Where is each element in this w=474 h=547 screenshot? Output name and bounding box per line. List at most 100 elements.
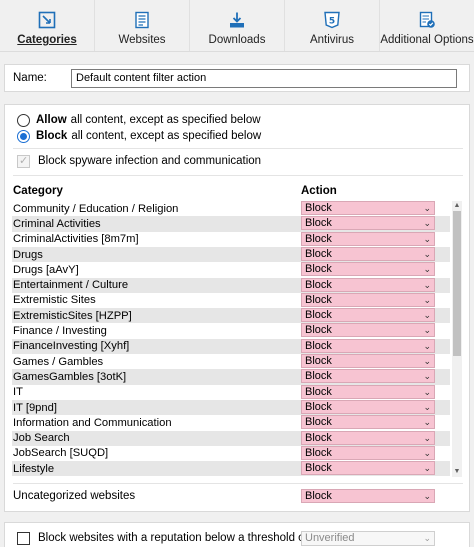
action-select[interactable]: Block ⌄ (301, 461, 435, 476)
action-select[interactable]: Block ⌄ (301, 277, 435, 292)
table-row[interactable]: FinanceInvesting [Xyhf] Block ⌄ (12, 338, 450, 354)
additional-options-icon (417, 10, 437, 30)
block-label: all content, except as specified below (71, 130, 262, 142)
select-value: Block (305, 385, 332, 398)
websites-icon (132, 10, 152, 30)
select-value: Block (305, 247, 332, 260)
select-value: Block (305, 202, 332, 214)
table-row[interactable]: Job Search Block ⌄ (12, 430, 450, 446)
action-select[interactable]: Block ⌄ (301, 231, 435, 246)
reputation-checkbox[interactable] (17, 531, 30, 545)
chevron-down-icon: ⌄ (423, 203, 431, 213)
tab-label: Additional Options (380, 34, 474, 46)
table-row[interactable]: ExtremisticSites [HZPP] Block ⌄ (12, 308, 450, 324)
action-select[interactable]: Block ⌄ (301, 415, 435, 430)
scroll-up-icon[interactable]: ▲ (452, 201, 462, 211)
select-value: Block (305, 431, 332, 444)
chevron-down-icon: ⌄ (423, 218, 431, 229)
select-value: Block (305, 232, 332, 245)
action-select[interactable]: Block ⌄ (301, 216, 435, 231)
tab-downloads[interactable]: Downloads (190, 0, 285, 51)
table-row[interactable]: Extremistic Sites Block ⌄ (12, 292, 450, 308)
table-row[interactable]: Lifestyle Block ⌄ (12, 461, 450, 477)
divider (13, 483, 463, 484)
svg-text:5: 5 (329, 17, 335, 27)
uncategorized-action-select[interactable]: Block ⌄ (301, 489, 435, 503)
filter-panel: Allow all content, except as specified b… (4, 104, 470, 512)
action-select[interactable]: Block ⌄ (301, 354, 435, 368)
divider (13, 175, 463, 176)
tab-websites[interactable]: Websites (95, 0, 190, 51)
category-column-header: Category (13, 185, 63, 197)
table-row[interactable]: Community / Education / Religion Block ⌄ (12, 201, 450, 216)
spyware-option[interactable]: Block spyware infection and communicatio… (17, 153, 261, 169)
tab-additional-options[interactable]: Additional Options (380, 0, 474, 51)
spyware-label: Block spyware infection and communicatio… (38, 155, 262, 167)
table-row[interactable]: IT [9pnd] Block ⌄ (12, 399, 450, 416)
action-select[interactable]: Block ⌄ (301, 430, 435, 445)
block-option[interactable]: Block all content, except as specified b… (17, 128, 261, 144)
action-select[interactable]: Block ⌄ (301, 323, 435, 338)
reputation-panel: Block websites with a reputation below a… (4, 522, 470, 547)
action-select[interactable]: Block ⌄ (301, 292, 435, 307)
reputation-threshold-select[interactable]: Unverified ⌄ (301, 531, 435, 546)
tab-label: Websites (118, 34, 166, 46)
table-row[interactable]: Games / Gambles Block ⌄ (12, 354, 450, 369)
table-row[interactable]: CriminalActivities [8m7m] Block ⌄ (12, 231, 450, 247)
allow-option[interactable]: Allow all content, except as specified b… (17, 112, 261, 128)
tab-label: Categories (17, 34, 77, 46)
action-select[interactable]: Block ⌄ (301, 369, 435, 384)
select-value: Unverified (305, 532, 355, 544)
action-select[interactable]: Block ⌄ (301, 399, 435, 414)
allow-radio[interactable] (17, 113, 30, 127)
tab-antivirus[interactable]: 5 Antivirus (285, 0, 380, 51)
chevron-down-icon: ⌄ (423, 233, 431, 244)
table-row[interactable]: Finance / Investing Block ⌄ (12, 323, 450, 338)
category-name: Extremistic Sites (13, 294, 96, 307)
select-value: Block (305, 355, 332, 367)
table-row[interactable]: Drugs [aAvY] Block ⌄ (12, 262, 450, 277)
action-select[interactable]: Block ⌄ (301, 246, 435, 261)
table-row[interactable]: IT Block ⌄ (12, 384, 450, 400)
scroll-down-icon[interactable]: ▼ (452, 467, 462, 477)
table-scrollbar[interactable]: ▲ ▼ (452, 201, 462, 477)
reputation-option[interactable]: Block websites with a reputation below a… (17, 530, 311, 546)
categories-icon (37, 10, 57, 30)
chevron-down-icon: ⌄ (423, 310, 431, 321)
action-select[interactable]: Block ⌄ (301, 445, 435, 460)
name-field[interactable]: Default content filter action (71, 69, 457, 88)
category-name: Information and Communication (13, 416, 172, 429)
table-row[interactable]: JobSearch [SUQD] Block ⌄ (12, 445, 450, 461)
category-name: Drugs (13, 248, 43, 261)
chevron-down-icon: ⌄ (423, 491, 431, 501)
scroll-thumb[interactable] (453, 211, 461, 356)
category-name: Entertainment / Culture (13, 279, 129, 292)
chevron-down-icon: ⌄ (423, 279, 431, 290)
table-row[interactable]: Entertainment / Culture Block ⌄ (12, 277, 450, 293)
select-value: Block (305, 324, 332, 337)
spyware-checkbox[interactable] (17, 154, 30, 168)
select-value: Block (305, 416, 332, 429)
action-select[interactable]: Block ⌄ (301, 338, 435, 353)
table-row[interactable]: GamesGambles [3otK] Block ⌄ (12, 369, 450, 385)
category-name: IT [9pnd] (13, 401, 57, 414)
category-name: Job Search (13, 432, 70, 445)
action-select[interactable]: Block ⌄ (301, 201, 435, 215)
table-row[interactable]: Drugs Block ⌄ (12, 246, 450, 263)
allow-label-bold: Allow (36, 114, 67, 126)
table-row[interactable]: Information and Communication Block ⌄ (12, 415, 450, 430)
action-select[interactable]: Block ⌄ (301, 308, 435, 323)
uncategorized-label: Uncategorized websites (13, 490, 136, 502)
select-value: Block (305, 309, 332, 322)
category-name: JobSearch [SUQD] (13, 447, 109, 460)
category-name: IT (13, 386, 23, 399)
table-row[interactable]: Criminal Activities Block ⌄ (12, 216, 450, 232)
category-name: CriminalActivities [8m7m] (13, 233, 139, 246)
select-value: Block (305, 446, 332, 459)
tab-categories[interactable]: Categories (0, 0, 95, 51)
block-radio[interactable] (17, 129, 30, 143)
select-value: Block (305, 293, 332, 306)
action-select[interactable]: Block ⌄ (301, 262, 435, 277)
allow-label: all content, except as specified below (70, 114, 261, 126)
action-select[interactable]: Block ⌄ (301, 384, 435, 399)
